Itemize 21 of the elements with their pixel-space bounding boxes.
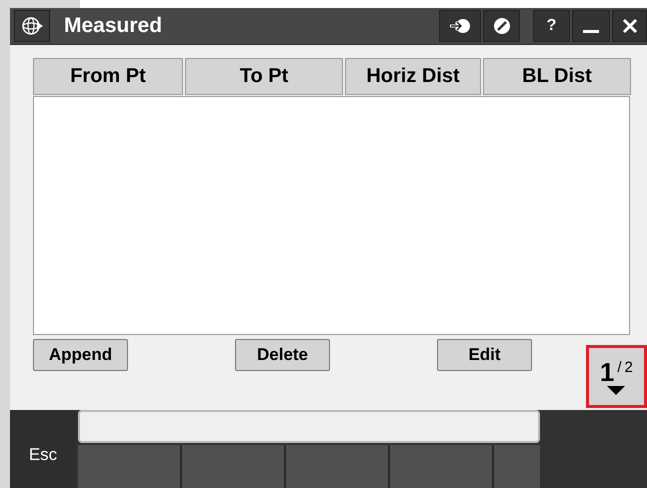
- column-header[interactable]: BL Dist: [483, 58, 631, 95]
- escape-key[interactable]: Esc: [10, 410, 76, 488]
- arrow-circle-button[interactable]: [439, 10, 481, 42]
- help-button[interactable]: ?: [533, 10, 570, 42]
- no-entry-icon: [492, 17, 510, 35]
- action-button[interactable]: Edit: [437, 339, 532, 371]
- action-button[interactable]: Delete: [235, 339, 330, 371]
- column-header[interactable]: To Pt: [185, 58, 343, 95]
- close-button[interactable]: [612, 10, 647, 42]
- action-button[interactable]: Append: [33, 339, 128, 371]
- column-header[interactable]: From Pt: [33, 58, 183, 95]
- minimize-icon: [583, 30, 599, 32]
- window-title: Measured: [64, 14, 162, 38]
- column-header[interactable]: Horiz Dist: [345, 58, 481, 95]
- app-logo-icon[interactable]: [14, 10, 50, 42]
- close-icon: [622, 18, 638, 34]
- minimize-button[interactable]: [572, 10, 610, 42]
- no-entry-button[interactable]: [483, 10, 520, 42]
- arrow-into-circle-icon: [449, 17, 471, 35]
- page-toggle-button[interactable]: 1/ 2: [586, 345, 647, 408]
- down-triangle-icon: [607, 386, 626, 394]
